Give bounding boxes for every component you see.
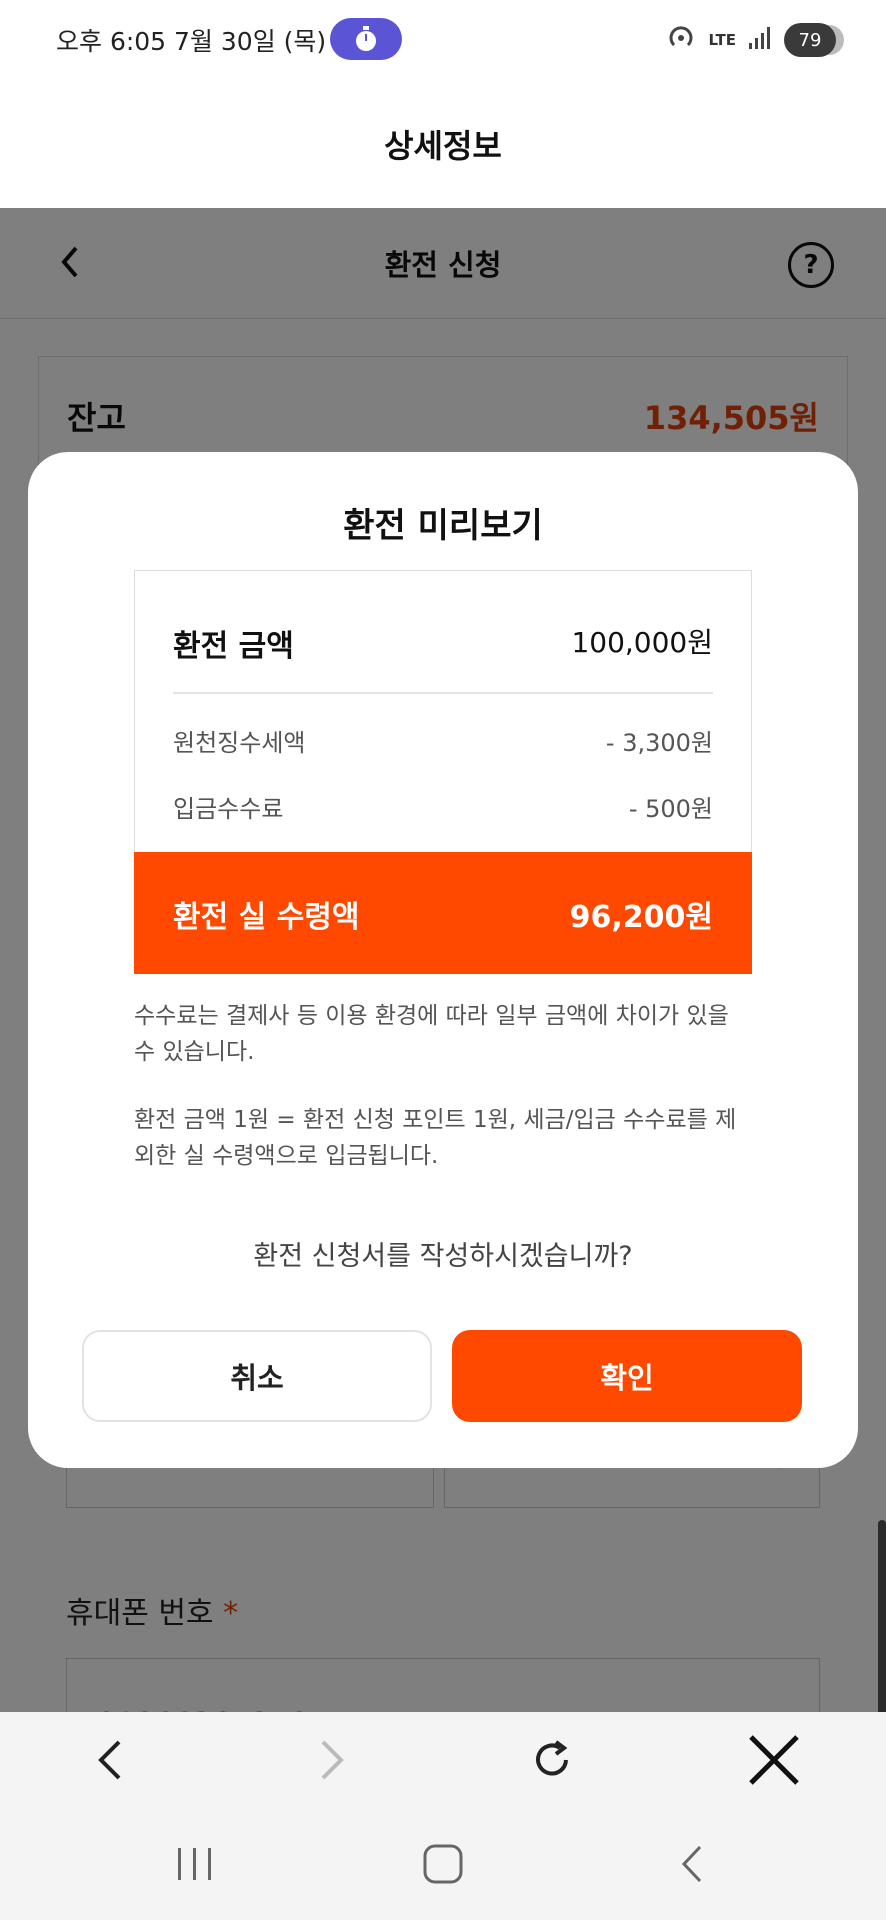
- fee-value: - 500원: [628, 795, 713, 823]
- confirm-question: 환전 신청서를 작성하시겠습니까?: [253, 1241, 633, 1272]
- close-icon[interactable]: [740, 1726, 808, 1794]
- fee-label: 입금수수료: [173, 795, 284, 823]
- withholding-tax-row: 원천징수세액 - 3,300원: [173, 723, 713, 758]
- conversion-note: 환전 금액 1원 = 환전 신청 포인트 1원, 세금/입금 수수료를 제외한 …: [134, 1107, 737, 1169]
- battery-indicator: 79: [784, 23, 836, 57]
- stopwatch-icon: [330, 18, 402, 60]
- system-nav-bar: [0, 1808, 886, 1920]
- fee-label: 원천징수세액: [173, 729, 306, 757]
- recents-icon[interactable]: [160, 1832, 230, 1896]
- net-amount-bar: 환전 실 수령액 96,200원: [134, 852, 752, 974]
- divider: [173, 692, 713, 694]
- page-title: 상세정보: [0, 80, 886, 208]
- confirm-button[interactable]: 확인: [452, 1330, 802, 1422]
- exchange-preview-dialog: 환전 미리보기 환전 금액 100,000원 원천징수세액 - 3,300원 입…: [28, 452, 858, 1468]
- amount-value: 100,000원: [571, 626, 713, 659]
- exchange-summary: 환전 금액 100,000원 원천징수세액 - 3,300원 입금수수료 - 5…: [134, 570, 752, 974]
- system-back-icon[interactable]: [656, 1832, 726, 1896]
- net-amount-label: 환전 실 수령액: [173, 900, 360, 935]
- status-time: 오후 6:05 7월 30일 (목): [56, 27, 327, 56]
- network-type: LTE: [708, 31, 736, 49]
- chevron-left-icon[interactable]: [76, 1726, 144, 1794]
- net-amount-value: 96,200원: [569, 900, 713, 935]
- chevron-right-icon[interactable]: [298, 1726, 366, 1794]
- amount-label: 환전 금액: [173, 629, 294, 664]
- status-bar: 오후 6:05 7월 30일 (목) LTE 79: [0, 0, 886, 80]
- cancel-button[interactable]: 취소: [82, 1330, 432, 1422]
- deposit-fee-row: 입금수수료 - 500원: [173, 789, 713, 824]
- browser-toolbar: [0, 1712, 886, 1808]
- refresh-icon[interactable]: [518, 1726, 586, 1794]
- fee-note: 수수료는 결제사 등 이용 환경에 따라 일부 금액에 차이가 있을 수 있습니…: [134, 1003, 729, 1065]
- status-icons: LTE 79: [666, 20, 836, 60]
- signal-icon: [748, 25, 772, 55]
- fee-value: - 3,300원: [605, 729, 713, 757]
- hotspot-icon: [666, 23, 696, 57]
- dialog-title: 환전 미리보기: [343, 506, 543, 546]
- home-icon[interactable]: [408, 1832, 478, 1896]
